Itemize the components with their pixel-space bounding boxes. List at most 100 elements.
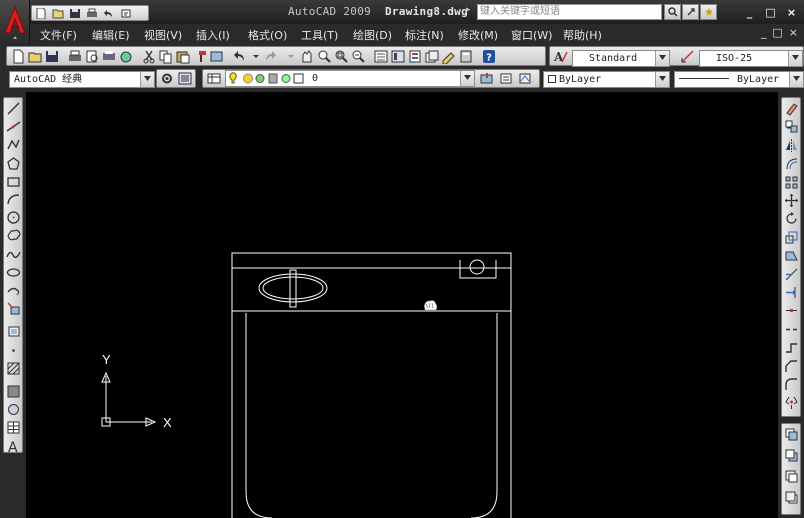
multiline-text-icon[interactable]: A xyxy=(6,439,21,454)
break-icon[interactable] xyxy=(784,322,799,337)
spline-icon[interactable] xyxy=(6,247,21,262)
drawing-area[interactable]: Y X xyxy=(26,92,778,518)
erase-icon[interactable] xyxy=(784,101,799,116)
plot-icon[interactable] xyxy=(67,49,83,64)
dimension-style-select[interactable]: ISO-25 xyxy=(699,50,803,67)
minimize-button[interactable]: _ xyxy=(740,3,759,21)
redo-icon[interactable] xyxy=(117,6,134,20)
cut-icon[interactable] xyxy=(141,49,157,64)
menu-help[interactable]: 帮助(H) xyxy=(563,27,602,43)
doc-close-button[interactable]: × xyxy=(789,26,798,39)
polygon-icon[interactable] xyxy=(6,156,21,171)
insert-block-icon[interactable] xyxy=(6,301,21,316)
redo-dropdown-icon[interactable] xyxy=(283,49,299,64)
make-object-layer-current-icon[interactable] xyxy=(479,71,495,86)
arc-icon[interactable] xyxy=(6,192,21,207)
sheet-set-manager-icon[interactable] xyxy=(424,49,440,64)
circle-icon[interactable] xyxy=(6,210,21,225)
redo-icon[interactable] xyxy=(262,49,278,64)
search-icon[interactable] xyxy=(664,4,681,20)
region-icon[interactable] xyxy=(6,402,21,417)
undo-icon[interactable] xyxy=(232,49,248,64)
workspace-panel-icon[interactable] xyxy=(177,71,193,86)
menu-modify[interactable]: 修改(M) xyxy=(458,27,498,43)
menu-tools[interactable]: 工具(T) xyxy=(301,27,338,43)
menu-insert[interactable]: 插入(I) xyxy=(196,27,230,43)
trim-icon[interactable] xyxy=(784,267,799,282)
3d-dwf-icon[interactable] xyxy=(118,49,134,64)
menu-file[interactable]: 文件(F) xyxy=(40,27,77,43)
send-under-icon[interactable] xyxy=(784,490,799,505)
bring-above-icon[interactable] xyxy=(784,469,799,484)
menu-view[interactable]: 视图(V) xyxy=(144,27,182,43)
workspace-select[interactable]: AutoCAD 经典 xyxy=(9,71,155,88)
gradient-icon[interactable] xyxy=(6,384,21,399)
layer-select[interactable]: 0 xyxy=(225,70,475,87)
offset-icon[interactable] xyxy=(784,156,799,171)
extend-icon[interactable] xyxy=(784,285,799,300)
stretch-icon[interactable] xyxy=(784,248,799,263)
layer-states-icon[interactable] xyxy=(517,71,533,86)
application-menu-button[interactable] xyxy=(0,0,30,44)
layer-properties-icon[interactable] xyxy=(206,71,222,86)
text-style-select[interactable]: Standard xyxy=(572,50,670,67)
paste-icon[interactable] xyxy=(175,49,191,64)
help-search-input[interactable]: 键入关键字或短语 xyxy=(477,4,662,20)
rectangle-icon[interactable] xyxy=(6,174,21,189)
save-icon[interactable] xyxy=(66,6,83,20)
close-button[interactable]: × xyxy=(782,3,801,21)
dimension-style-icon[interactable] xyxy=(680,49,696,64)
undo-icon[interactable] xyxy=(100,6,117,20)
properties-icon[interactable] xyxy=(373,49,389,64)
zoom-previous-icon[interactable] xyxy=(350,49,366,64)
rotate-icon[interactable] xyxy=(784,211,799,226)
line-icon[interactable] xyxy=(6,101,21,116)
design-center-icon[interactable] xyxy=(390,49,406,64)
new-file-icon[interactable] xyxy=(32,6,49,20)
explode-icon[interactable] xyxy=(784,395,799,410)
maximize-button[interactable]: □ xyxy=(761,3,780,21)
ellipse-icon[interactable] xyxy=(6,265,21,280)
point-icon[interactable] xyxy=(6,343,21,358)
pan-realtime-icon[interactable] xyxy=(299,49,315,64)
menu-edit[interactable]: 编辑(E) xyxy=(92,27,130,43)
publish-icon[interactable] xyxy=(101,49,117,64)
copy-icon[interactable] xyxy=(784,119,799,134)
workspace-settings-icon[interactable] xyxy=(159,71,175,86)
match-properties-icon[interactable] xyxy=(192,49,208,64)
array-icon[interactable] xyxy=(784,175,799,190)
table-icon[interactable] xyxy=(6,420,21,435)
draworder-front-icon[interactable] xyxy=(784,427,799,442)
zoom-realtime-icon[interactable] xyxy=(316,49,332,64)
plot-icon[interactable] xyxy=(83,6,100,20)
communication-center-icon[interactable] xyxy=(682,4,699,20)
open-icon[interactable] xyxy=(27,49,43,64)
tool-palettes-icon[interactable] xyxy=(407,49,423,64)
open-file-icon[interactable] xyxy=(49,6,66,20)
color-select[interactable]: ByLayer xyxy=(543,71,670,88)
copy-clip-icon[interactable] xyxy=(158,49,174,64)
qnew-icon[interactable] xyxy=(10,49,26,64)
break-at-point-icon[interactable] xyxy=(784,303,799,318)
move-icon[interactable] xyxy=(784,193,799,208)
menu-dimension[interactable]: 标注(N) xyxy=(405,27,444,43)
plot-preview-icon[interactable] xyxy=(84,49,100,64)
zoom-window-icon[interactable] xyxy=(333,49,349,64)
favorites-icon[interactable] xyxy=(700,4,717,20)
linetype-select[interactable]: ByLayer xyxy=(674,71,804,88)
search-expand-icon[interactable]: ▸ xyxy=(466,5,471,15)
layer-previous-icon[interactable] xyxy=(498,71,514,86)
make-block-icon[interactable] xyxy=(6,324,21,339)
help-icon[interactable]: ? xyxy=(481,49,497,64)
mirror-icon[interactable] xyxy=(784,138,799,153)
draworder-back-icon[interactable] xyxy=(784,448,799,463)
quickcalc-icon[interactable] xyxy=(458,49,474,64)
doc-minimize-button[interactable]: _ xyxy=(761,26,767,39)
menu-window[interactable]: 窗口(W) xyxy=(511,27,552,43)
drawing-canvas[interactable]: Y X xyxy=(26,92,778,518)
text-style-icon[interactable]: A xyxy=(553,49,569,64)
save-icon[interactable] xyxy=(44,49,60,64)
hatch-icon[interactable] xyxy=(6,361,21,376)
markup-set-manager-icon[interactable] xyxy=(441,49,457,64)
join-icon[interactable] xyxy=(784,340,799,355)
